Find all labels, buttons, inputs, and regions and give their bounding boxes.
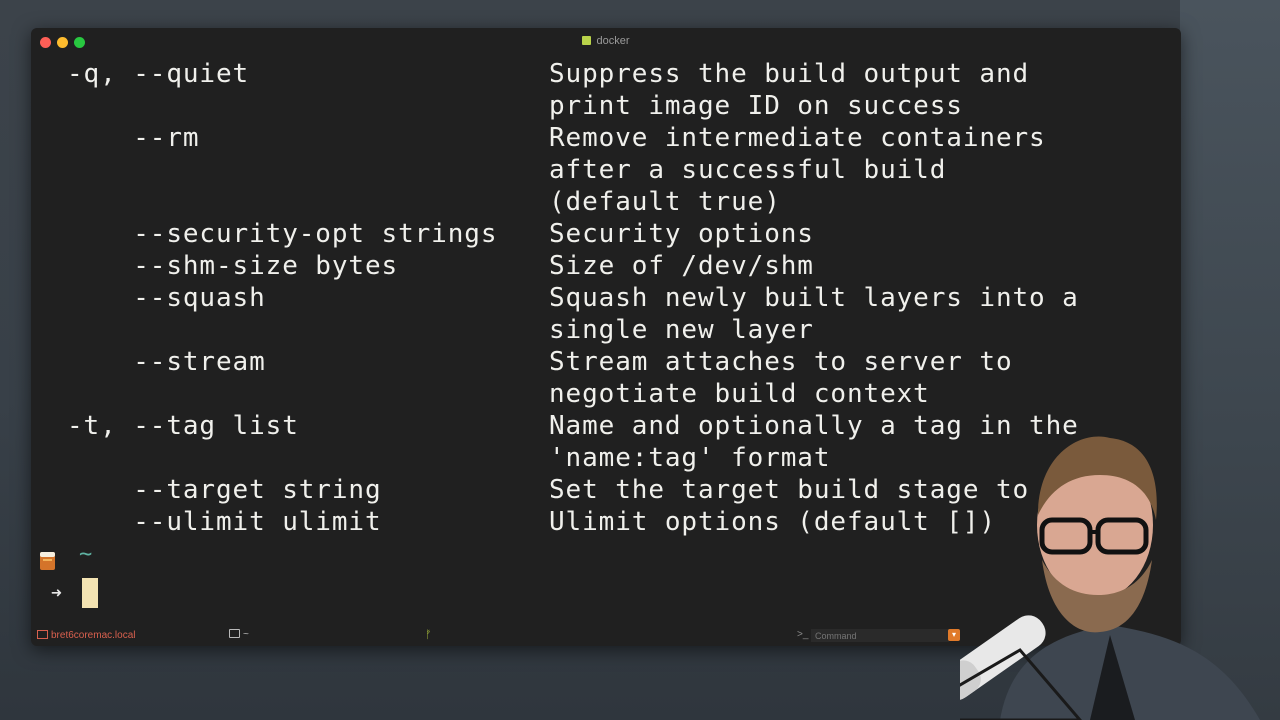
prompt-arrow-icon: ➜ (51, 583, 62, 604)
option-description: Security options (549, 219, 814, 249)
presenter-webcam-overlay (960, 436, 1260, 720)
option-description: Squash newly built layers into a (549, 283, 1079, 313)
folder-icon (229, 629, 240, 638)
command-input[interactable] (811, 629, 949, 642)
window-title: docker (31, 35, 1181, 47)
option-flag: --stream (67, 347, 266, 377)
option-description: Remove intermediate containers (549, 123, 1046, 153)
option-description: negotiate build context (549, 379, 930, 409)
text-cursor[interactable] (82, 578, 98, 608)
title-bar[interactable]: docker (31, 28, 1181, 56)
option-description: 'name:tag' format (549, 443, 831, 473)
option-flag: --shm-size bytes (67, 251, 399, 281)
terminal-icon (582, 36, 592, 45)
status-host: bret6coremac.local (37, 630, 135, 641)
git-branch-icon: ᚠ (425, 629, 432, 641)
option-flag: --target string (67, 475, 382, 505)
option-description: Size of /dev/shm (549, 251, 814, 281)
option-flag: --squash (67, 283, 266, 313)
option-description: single new layer (549, 315, 814, 345)
window-title-text: docker (596, 35, 630, 47)
option-description: print image ID on success (549, 91, 963, 121)
option-description: Set the target build stage to (549, 475, 1030, 505)
beer-icon (40, 552, 55, 570)
prompt-directory: ~ (79, 542, 93, 567)
command-run-button[interactable]: ▾ (948, 629, 960, 641)
computer-icon (37, 630, 48, 639)
option-flag: -q, --quiet (67, 59, 250, 89)
hostname: bret6coremac.local (51, 630, 136, 641)
option-description: Suppress the build output and (549, 59, 1030, 89)
option-flag: --security-opt strings (67, 219, 498, 249)
option-description: after a successful build (549, 155, 947, 185)
option-description: Stream attaches to server to (549, 347, 1013, 377)
option-flag: --ulimit ulimit (67, 507, 382, 537)
option-description: Ulimit options (default []) (549, 507, 996, 537)
option-description: (default true) (549, 187, 781, 217)
directory-label: ~ (243, 629, 249, 640)
option-flag: -t, --tag list (67, 411, 299, 441)
command-prompt-icon: >_ (797, 629, 809, 640)
status-directory: ~ (229, 629, 249, 640)
option-flag: --rm (67, 123, 200, 153)
prompt-header: ~ (31, 542, 231, 588)
